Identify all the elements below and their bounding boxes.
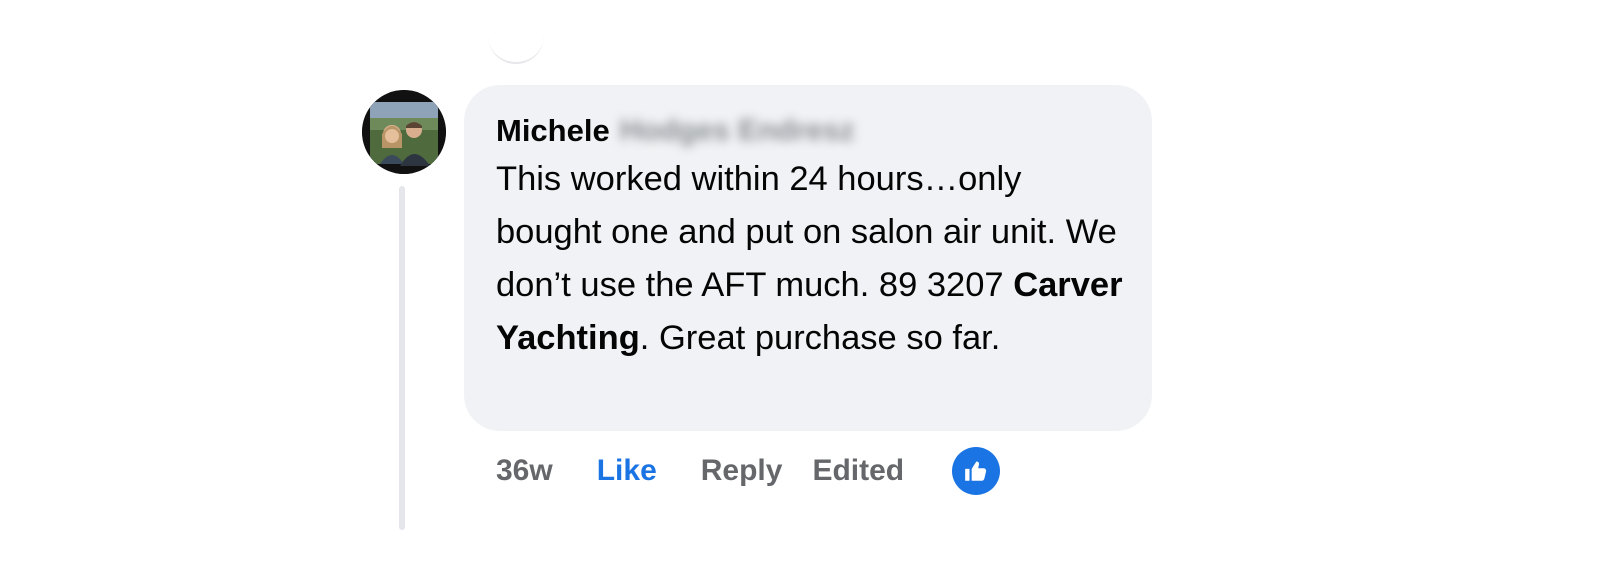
- comment-actions: 36w Like Reply Edited: [496, 447, 1001, 495]
- author-first-name[interactable]: Michele: [496, 111, 610, 151]
- reaction-badge[interactable]: [952, 447, 1001, 495]
- like-button[interactable]: Like: [597, 454, 657, 488]
- timestamp[interactable]: 36w: [496, 454, 553, 488]
- edited-label[interactable]: Edited: [812, 454, 904, 488]
- author-last-name-blurred: Hodges Endresz: [619, 114, 855, 147]
- avatar[interactable]: [362, 90, 446, 174]
- comment-text-part-2: . Great purchase so far.: [639, 319, 1001, 357]
- reply-button[interactable]: Reply: [701, 454, 783, 488]
- comment-text: This worked within 24 hours…only bought …: [496, 153, 1136, 365]
- previous-comment-edge: [488, 18, 544, 64]
- comment-bubble: Michele Hodges Endresz This worked withi…: [464, 85, 1152, 431]
- thumbs-up-icon: [965, 461, 987, 481]
- comment-author[interactable]: Michele Hodges Endresz: [496, 111, 1118, 151]
- thread-line: [399, 186, 405, 530]
- avatar-photo: [362, 90, 446, 174]
